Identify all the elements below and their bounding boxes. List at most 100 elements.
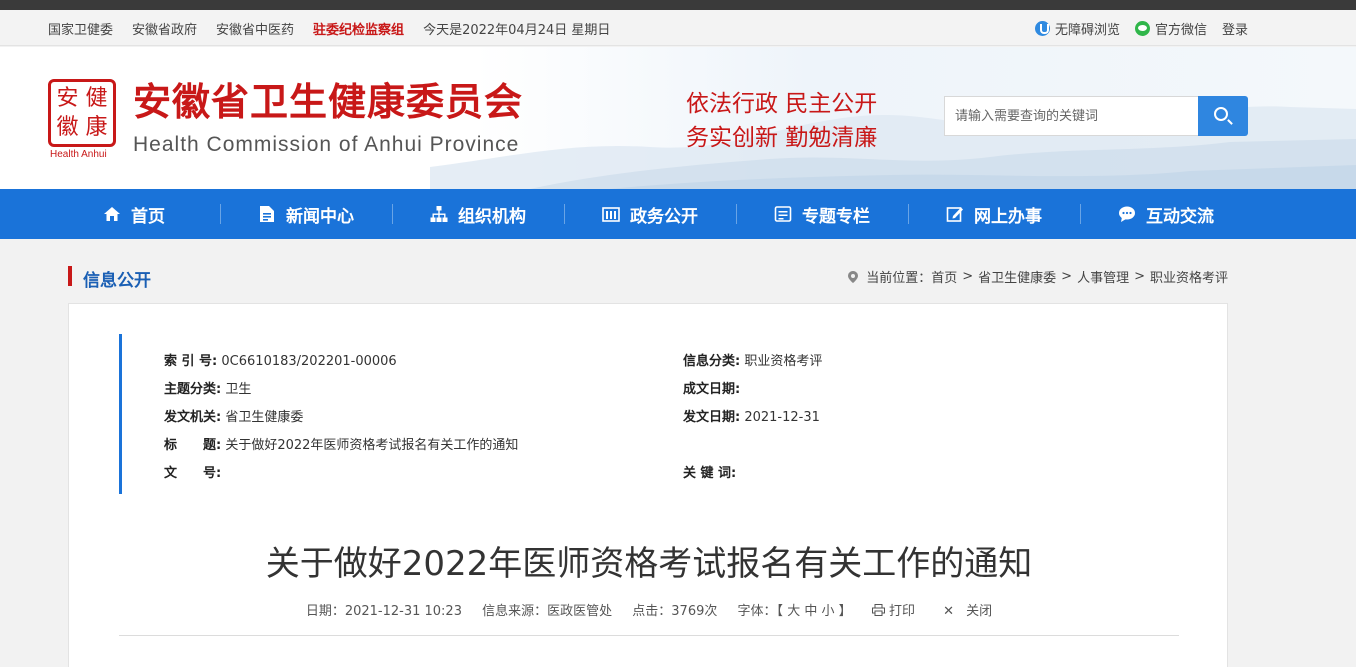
- meta-label: 索 引 号:: [164, 354, 218, 369]
- meta-value: 卫生: [225, 382, 252, 397]
- divider: [119, 635, 1179, 636]
- section-bar: 信息公开 当前位置： 首页 > 省卫生健康委 > 人事管理 > 职业资格考评: [48, 256, 1248, 296]
- link-nhc[interactable]: 国家卫健委: [48, 19, 113, 38]
- breadcrumb-home[interactable]: 首页: [931, 267, 957, 286]
- building-icon: [602, 205, 620, 223]
- main-nav: 首页 新闻中心 组织机构 政务公开 专题专栏 网上办事 互动交流: [0, 189, 1356, 239]
- nav-label: 网上办事: [974, 206, 1042, 227]
- breadcrumb-separator: >: [962, 269, 974, 284]
- wechat-icon: [1134, 20, 1150, 36]
- site-title: 安徽省卫生健康委员会: [133, 80, 524, 124]
- meta-value: 2021-12-31: [744, 410, 820, 425]
- search-input[interactable]: [944, 96, 1198, 136]
- meta-label: 成文日期:: [683, 382, 741, 397]
- location-pin-icon: [848, 270, 859, 283]
- nav-label: 政务公开: [630, 206, 698, 227]
- meta-keywords: 关 键 词:: [683, 462, 736, 481]
- print-button[interactable]: 打印: [871, 604, 919, 619]
- slogan-line-2: 务实创新 勤勉清廉: [686, 125, 878, 151]
- breadcrumb-separator: >: [1134, 269, 1145, 284]
- nav-topics[interactable]: 专题专栏: [736, 189, 908, 239]
- date-text: 今天是2022年04月24日 星期日: [423, 22, 611, 38]
- nav-news[interactable]: 新闻中心: [220, 189, 392, 239]
- font-size-control: 字体：【 大 中 小 】: [738, 604, 856, 619]
- site-logo[interactable]: 安 健 徽 康: [48, 79, 116, 147]
- meta-label: 发文日期:: [683, 410, 741, 425]
- close-label: 关闭: [966, 604, 993, 619]
- search-button[interactable]: [1198, 96, 1248, 136]
- breadcrumb-commission[interactable]: 省卫生健康委: [978, 267, 1056, 286]
- meta-value: 省卫生健康委: [225, 410, 304, 425]
- nav-gov-affairs[interactable]: 政务公开: [564, 189, 736, 239]
- logo-char: 徽: [56, 114, 79, 140]
- nav-label: 互动交流: [1146, 206, 1214, 227]
- accessibility-label: 无障碍浏览: [1054, 22, 1120, 38]
- logo-english: Health Anhui: [50, 149, 107, 160]
- breadcrumb-personnel[interactable]: 人事管理: [1077, 267, 1129, 286]
- font-bracket-close: 】: [838, 604, 852, 619]
- meta-value: 0C6610183/202201-00006: [221, 354, 397, 369]
- nav-organization[interactable]: 组织机构: [392, 189, 564, 239]
- section-title: 信息公开: [83, 271, 151, 291]
- meta-topic: 主题分类: 卫生: [164, 378, 251, 397]
- printer-icon: [871, 604, 885, 616]
- search-icon: [1214, 107, 1228, 121]
- accessibility-icon: [1034, 20, 1050, 36]
- document-icon: [258, 205, 276, 223]
- nav-label: 组织机构: [458, 206, 526, 227]
- top-strip: [0, 0, 1356, 10]
- print-label: 打印: [888, 604, 915, 619]
- nav-label: 新闻中心: [286, 206, 354, 227]
- wechat-label: 官方微信: [1154, 22, 1207, 38]
- meta-issued-date: 发文日期: 2021-12-31: [683, 406, 820, 425]
- site-header: 安 健 徽 康 Health Anhui 安徽省卫生健康委员会 Health C…: [0, 47, 1356, 189]
- meta-category: 信息分类: 职业资格考评: [683, 350, 822, 369]
- home-icon: [103, 205, 121, 223]
- meta-label: 信息分类:: [683, 354, 741, 369]
- close-button[interactable]: ✕ 关闭: [935, 604, 992, 619]
- breadcrumb-prefix: 当前位置：: [866, 271, 932, 286]
- document-metadata: 索 引 号: 0C6610183/202201-00006 信息分类: 职业资格…: [119, 334, 1149, 494]
- nav-home[interactable]: 首页: [48, 189, 220, 239]
- nav-online-service[interactable]: 网上办事: [908, 189, 1080, 239]
- font-medium-button[interactable]: 中: [804, 604, 817, 619]
- topics-icon: [774, 205, 792, 223]
- meta-label: 主题分类:: [164, 382, 222, 397]
- meta-doc-number: 文 号:: [164, 462, 221, 481]
- meta-written-date: 成文日期:: [683, 378, 740, 397]
- site-title-english: Health Commission of Anhui Province: [133, 133, 520, 156]
- meta-index: 索 引 号: 0C6610183/202201-00006: [164, 350, 397, 369]
- font-large-button[interactable]: 大: [787, 604, 800, 619]
- breadcrumb-separator: >: [1061, 269, 1073, 284]
- org-chart-icon: [430, 205, 448, 223]
- top-links: 国家卫健委 安徽省政府 安徽省中医药 驻委纪检监察组 今天是2022年04月24…: [48, 10, 629, 46]
- logo-char: 安: [56, 85, 79, 111]
- meta-issuer: 发文机关: 省卫生健康委: [164, 406, 303, 425]
- nav-label: 首页: [131, 206, 165, 227]
- wechat-link[interactable]: 官方微信: [1134, 19, 1207, 38]
- meta-label: 标 题:: [164, 438, 222, 453]
- login-link[interactable]: 登录: [1222, 19, 1248, 38]
- link-discipline-group[interactable]: 驻委纪检监察组: [313, 19, 404, 38]
- chat-icon: [1118, 205, 1136, 223]
- search-box: [944, 96, 1248, 136]
- logo-char: 健: [85, 85, 108, 111]
- accessibility-link[interactable]: 无障碍浏览: [1034, 19, 1120, 38]
- nav-interaction[interactable]: 互动交流: [1080, 189, 1252, 239]
- link-anhui-gov[interactable]: 安徽省政府: [132, 19, 197, 38]
- breadcrumb: 当前位置： 首页 > 省卫生健康委 > 人事管理 > 职业资格考评: [848, 267, 1228, 286]
- top-bar: 国家卫健委 安徽省政府 安徽省中医药 驻委纪检监察组 今天是2022年04月24…: [0, 10, 1356, 46]
- close-icon: ✕: [943, 604, 955, 619]
- logo-seal: 安 健 徽 康: [53, 84, 111, 142]
- font-small-button[interactable]: 小: [822, 604, 835, 619]
- article-date: 日期：2021-12-31 10:23: [305, 604, 462, 619]
- breadcrumb-current[interactable]: 职业资格考评: [1150, 267, 1228, 286]
- article-source: 信息来源：医政医管处: [482, 604, 613, 619]
- link-anhui-tcm[interactable]: 安徽省中医药: [216, 19, 294, 38]
- font-size-label: 字体：: [737, 604, 777, 619]
- font-bracket-open: 【: [776, 604, 784, 619]
- meta-label: 关 键 词:: [683, 466, 737, 481]
- login-label: 登录: [1221, 22, 1248, 38]
- article-title: 关于做好2022年医师资格考试报名有关工作的通知: [265, 544, 1033, 584]
- meta-value: 关于做好2022年医师资格考试报名有关工作的通知: [225, 438, 519, 453]
